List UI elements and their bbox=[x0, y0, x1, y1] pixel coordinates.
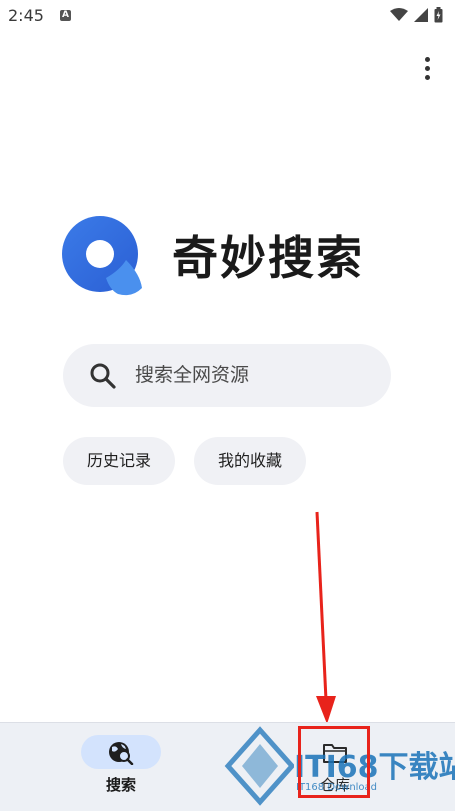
more-dot-icon bbox=[424, 74, 430, 80]
search-input[interactable]: 搜索全网资源 bbox=[63, 344, 391, 407]
more-dot-icon bbox=[424, 56, 430, 62]
status-time: 2:45 bbox=[8, 6, 44, 25]
nav-storage-tab[interactable]: 仓库 bbox=[275, 723, 395, 811]
wifi-icon bbox=[390, 8, 408, 21]
favorites-button[interactable]: 我的收藏 bbox=[194, 437, 306, 485]
more-options-button[interactable] bbox=[417, 54, 437, 82]
search-placeholder: 搜索全网资源 bbox=[135, 364, 250, 386]
nav-search-tab[interactable]: 搜索 bbox=[61, 723, 181, 811]
notification-a-icon: A bbox=[60, 10, 71, 21]
status-bar: 2:45 A bbox=[0, 0, 455, 32]
status-icons bbox=[390, 7, 443, 23]
history-button[interactable]: 历史记录 bbox=[63, 437, 175, 485]
search-icon bbox=[90, 363, 116, 389]
nav-storage-label: 仓库 bbox=[319, 776, 350, 794]
search-globe-icon bbox=[109, 742, 134, 765]
app-logo-icon bbox=[62, 216, 142, 296]
nav-search-label: 搜索 bbox=[105, 776, 136, 794]
more-dot-icon bbox=[424, 65, 430, 71]
folder-icon bbox=[323, 744, 347, 763]
signal-icon bbox=[414, 8, 428, 22]
bottom-navigation: 搜索 仓库 bbox=[0, 722, 455, 811]
app-title: 奇妙搜索 bbox=[172, 231, 364, 285]
battery-icon bbox=[434, 7, 443, 23]
